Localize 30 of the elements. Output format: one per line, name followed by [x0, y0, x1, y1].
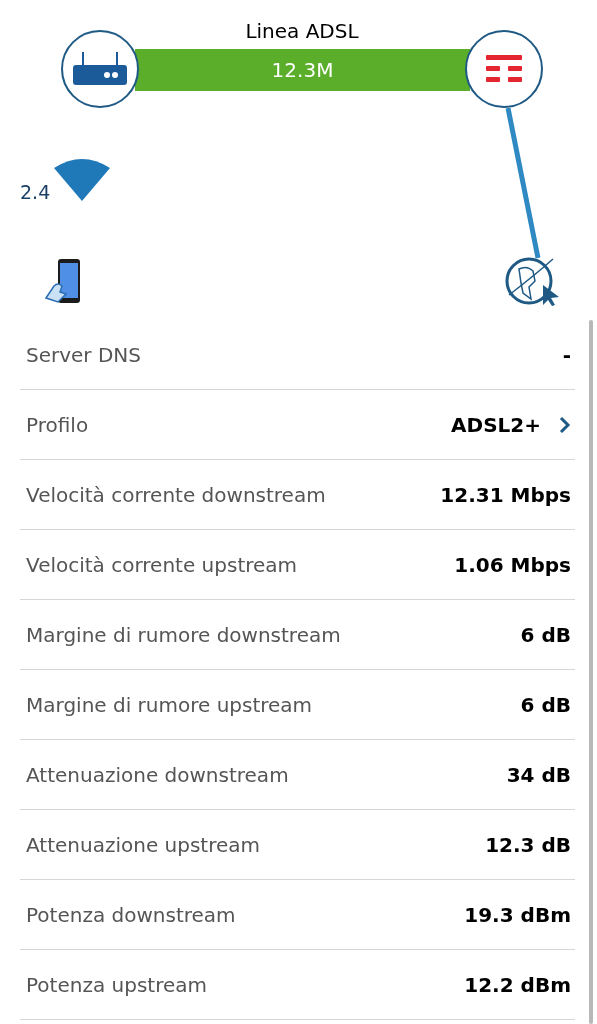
provider-logo-icon [486, 55, 522, 83]
scrollbar[interactable] [589, 320, 593, 1024]
speed-label: 12.3M [271, 57, 334, 84]
row-value: 34 dB [506, 761, 571, 789]
row-value: 1.06 Mbps [454, 551, 571, 579]
row-label: Velocità corrente downstream [26, 481, 326, 509]
row-value: ADSL2+ [451, 411, 541, 439]
row-label: Server DNS [26, 341, 141, 369]
profile-row[interactable]: Profilo ADSL2+ [20, 390, 575, 460]
router-icon [73, 52, 127, 86]
line-title: Linea ADSL [244, 18, 360, 45]
row-value: 12.31 Mbps [440, 481, 571, 509]
row-value: 6 dB [520, 691, 571, 719]
wifi-icon[interactable] [54, 158, 110, 201]
row-label: Profilo [26, 411, 89, 439]
row-value: 6 dB [520, 621, 571, 649]
row-value: 12.3 dB [485, 831, 571, 859]
wifi-band-label: 2.4 [20, 180, 51, 205]
row-label: Potenza downstream [26, 901, 236, 929]
row-label: Velocità corrente upstream [26, 551, 298, 579]
row-value: 19.3 dBm [464, 901, 571, 929]
row-value: 12.2 dBm [464, 971, 571, 999]
phone-icon[interactable] [44, 258, 82, 304]
row-label: Margine di rumore upstream [26, 691, 313, 719]
row-label: Margine di rumore downstream [26, 621, 341, 649]
row-value: - [562, 341, 571, 369]
row-label: Potenza upstream [26, 971, 207, 999]
row-label: Attenuazione upstream [26, 831, 260, 859]
chevron-icon [559, 415, 571, 434]
row-label: Attenuazione downstream [26, 761, 289, 789]
